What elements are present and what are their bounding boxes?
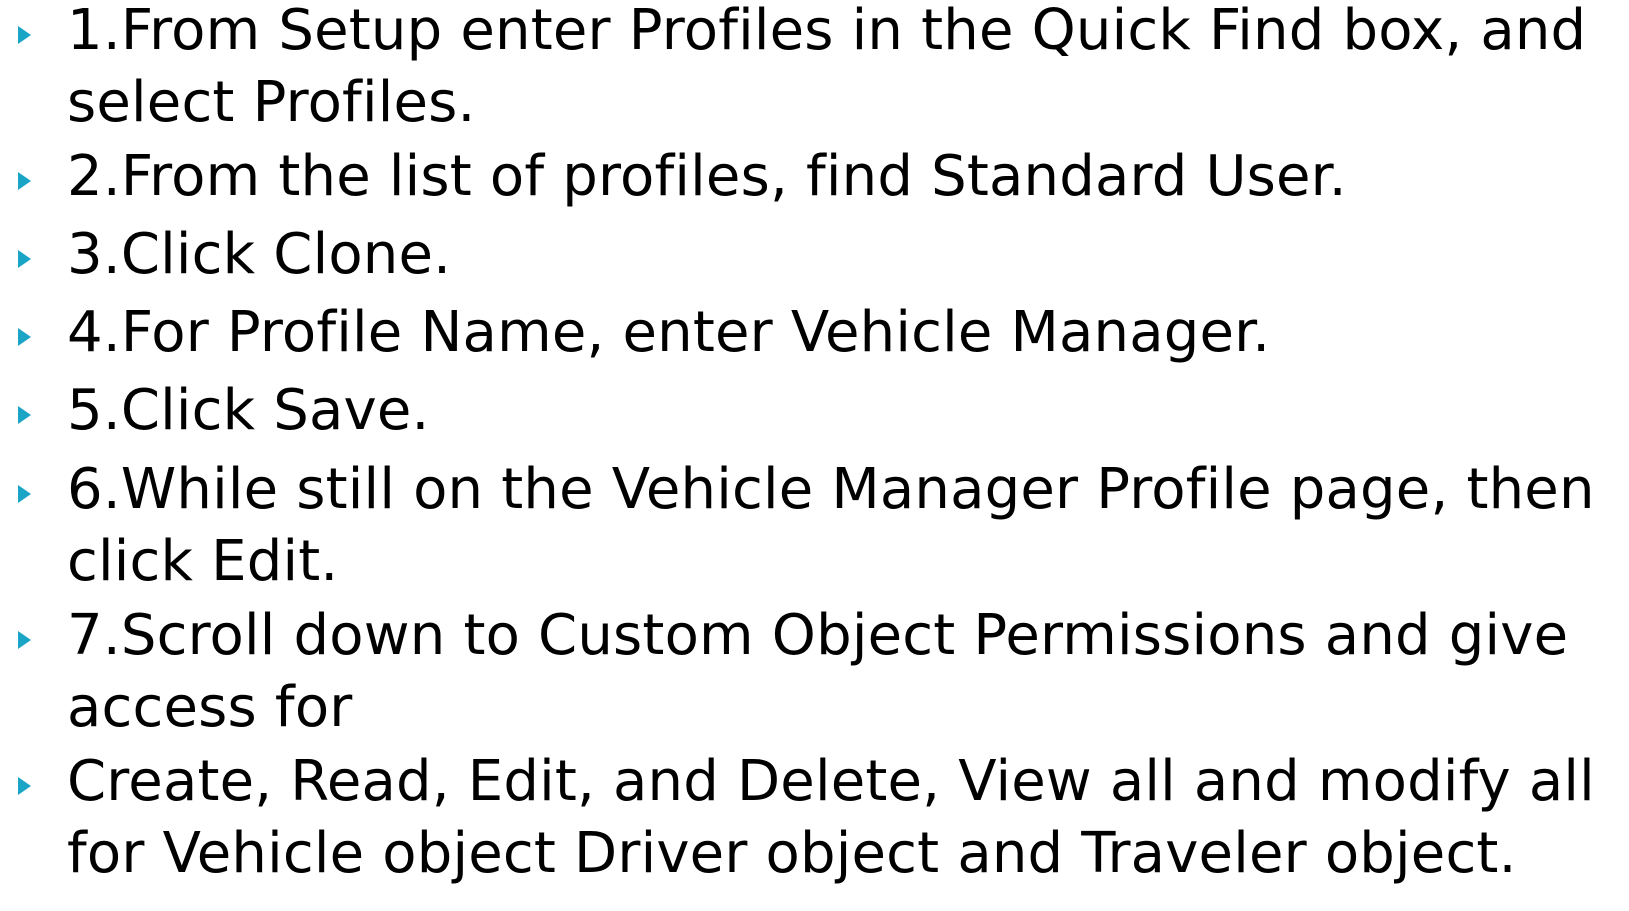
step-6-line-2: click Edit. (67, 529, 339, 594)
slide: 1.From Setup enter Profiles in the Quick… (0, 0, 1629, 911)
step-7-text: 7.Scroll down to Custom Object Permissio… (67, 600, 1627, 744)
permissions-text: Create, Read, Edit, and Delete, View all… (67, 746, 1627, 890)
triangle-right-icon (18, 26, 31, 44)
step-2-line-1: 2.From the list of profiles, find Standa… (67, 144, 1347, 209)
step-2-text: 2.From the list of profiles, find Standa… (67, 141, 1627, 213)
permissions-line-1: Create, Read, Edit, and Delete, View all… (67, 749, 1595, 814)
step-3-text: 3.Click Clone. (67, 219, 1627, 291)
triangle-right-icon (18, 485, 31, 503)
triangle-right-icon (18, 406, 31, 424)
triangle-right-icon (18, 172, 31, 190)
step-6-line-1: 6.While still on the Vehicle Manager Pro… (67, 457, 1595, 522)
permissions-line-2: for Vehicle object Driver object and Tra… (67, 821, 1517, 886)
triangle-right-icon (18, 328, 31, 346)
step-5-line-1: 5.Click Save. (67, 378, 430, 443)
triangle-right-icon (18, 777, 31, 795)
step-1-text: 1.From Setup enter Profiles in the Quick… (67, 0, 1627, 139)
step-5-text: 5.Click Save. (67, 375, 1627, 447)
step-1-line-1: 1.From Setup enter Profiles in the Quick… (67, 0, 1587, 63)
triangle-right-icon (18, 631, 31, 649)
step-4-line-1: 4.For Profile Name, enter Vehicle Manage… (67, 300, 1271, 365)
step-7-line-1: 7.Scroll down to Custom Object Permissio… (67, 603, 1569, 668)
step-7-line-2: access for (67, 675, 353, 740)
step-3-line-1: 3.Click Clone. (67, 222, 452, 287)
triangle-right-icon (18, 250, 31, 268)
step-1-line-2: select Profiles. (67, 70, 476, 135)
step-4-text: 4.For Profile Name, enter Vehicle Manage… (67, 297, 1627, 369)
step-6-text: 6.While still on the Vehicle Manager Pro… (67, 454, 1627, 598)
